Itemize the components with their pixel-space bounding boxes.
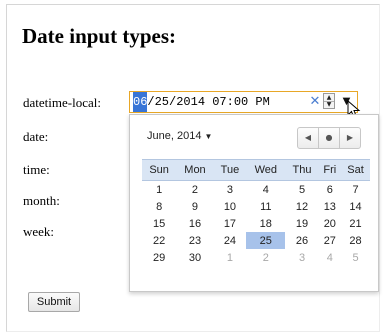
date-label: date: <box>23 129 49 144</box>
weekday-header: Tue <box>213 159 247 181</box>
calendar-week-row: 8 9 10 11 12 13 14 <box>142 198 370 215</box>
weekday-header-row: Sun Mon Tue Wed Thu Fri Sat <box>142 159 370 181</box>
month-segment[interactable]: 06 <box>133 92 148 112</box>
month-year-select[interactable]: June, 2014 ▼ <box>147 130 212 142</box>
calendar-day[interactable]: 2 <box>246 249 285 266</box>
calendar-day[interactable]: 20 <box>319 215 341 232</box>
calendar-day[interactable]: 7 <box>341 181 370 199</box>
calendar-day[interactable]: 4 <box>319 249 341 266</box>
calendar-popup: June, 2014 ▼ ◀ ● ▶ Sun Mon Tue Wed Thu Fri Sat … <box>129 114 379 292</box>
calendar-day[interactable]: 22 <box>142 232 176 249</box>
chevron-down-icon: ▼ <box>204 132 213 141</box>
calendar-day[interactable]: 21 <box>341 215 370 232</box>
calendar-day[interactable]: 1 <box>142 181 176 199</box>
next-month-button[interactable]: ▶ <box>339 128 360 148</box>
calendar-day[interactable]: 6 <box>319 181 341 199</box>
calendar-day[interactable]: 2 <box>176 181 213 199</box>
page-title: Date input types: <box>22 24 177 48</box>
calendar-day-selected[interactable]: 25 <box>246 232 286 249</box>
spin-down-icon[interactable]: ▼ <box>324 101 334 108</box>
calendar-day[interactable]: 8 <box>142 198 176 215</box>
calendar-day[interactable]: 30 <box>176 249 213 266</box>
submit-button[interactable]: Submit <box>28 292 80 312</box>
calendar-day[interactable]: 3 <box>214 181 246 199</box>
weekday-header: Sun <box>142 159 177 181</box>
calendar-day[interactable]: 19 <box>285 215 318 232</box>
weekday-header: Thu <box>285 159 319 181</box>
calendar-day[interactable]: 9 <box>176 198 213 215</box>
calendar-day[interactable]: 10 <box>214 198 246 215</box>
calendar-grid: Sun Mon Tue Wed Thu Fri Sat 1 2 3 4 5 6 7 8 9 10 11 12 13 1… <box>142 159 370 266</box>
calendar-day[interactable]: 14 <box>341 198 370 215</box>
previous-month-button[interactable]: ◀ <box>298 128 318 148</box>
weekday-header: Mon <box>176 159 214 181</box>
calendar-day[interactable]: 12 <box>285 198 318 215</box>
calendar-day[interactable]: 5 <box>285 181 318 199</box>
calendar-week-row: 22 23 24 25 26 27 28 <box>142 232 370 249</box>
calendar-body: 1 2 3 4 5 6 7 8 9 10 11 12 13 14 15 16 17 18 19 20 21 22 23 24 2… <box>142 181 370 267</box>
weekday-header: Wed <box>246 159 286 181</box>
calendar-day[interactable]: 3 <box>285 249 318 266</box>
time-label: time: <box>23 162 50 177</box>
weekday-header: Sat <box>341 159 370 181</box>
datetime-rest-text[interactable]: /25/2014 07:00 PM <box>147 92 269 112</box>
month-year-label: June, 2014 <box>147 130 202 142</box>
close-icon[interactable]: ✕ <box>308 93 322 111</box>
calendar-day[interactable]: 5 <box>341 249 370 266</box>
calendar-day[interactable]: 17 <box>214 215 246 232</box>
weekday-header: Fri <box>318 159 342 181</box>
calendar-day[interactable]: 27 <box>319 232 341 249</box>
calendar-day[interactable]: 29 <box>142 249 176 266</box>
calendar-day[interactable]: 16 <box>176 215 213 232</box>
calendar-day[interactable]: 28 <box>341 232 370 249</box>
calendar-day[interactable]: 26 <box>285 232 318 249</box>
calendar-day[interactable]: 15 <box>142 215 176 232</box>
week-label: week: <box>23 224 55 239</box>
calendar-week-row: 1234567 <box>142 181 370 199</box>
datetime-local-label: datetime-local: <box>23 95 101 110</box>
month-label: month: <box>23 193 60 208</box>
calendar-day[interactable]: 11 <box>246 198 285 215</box>
calendar-day[interactable]: 24 <box>214 232 246 249</box>
calendar-week-row: 15 16 17 18 19 20 21 <box>142 215 370 232</box>
calendar-day[interactable]: 18 <box>246 215 285 232</box>
calendar-day[interactable]: 23 <box>176 232 213 249</box>
calendar-day[interactable]: 13 <box>319 198 341 215</box>
calendar-nav: ◀ ● ▶ <box>297 127 361 149</box>
calendar-day[interactable]: 1 <box>214 249 246 266</box>
calendar-day[interactable]: 4 <box>246 181 285 199</box>
spin-button[interactable]: ▲ ▼ <box>323 93 335 109</box>
calendar-week-row: 29 30 1 2 3 4 5 <box>142 249 370 266</box>
today-button[interactable]: ● <box>318 128 339 148</box>
